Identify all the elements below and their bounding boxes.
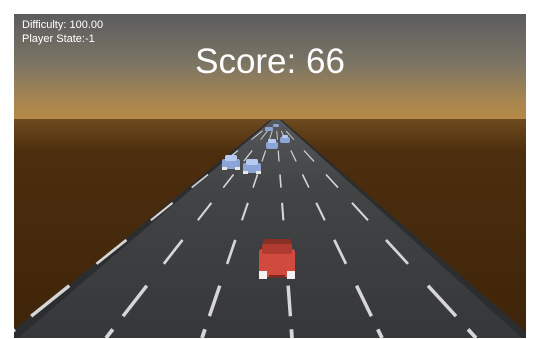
game-viewport[interactable]: Difficulty: 100.00 Player State:-1 Score… xyxy=(14,14,526,338)
lane-dash xyxy=(286,285,293,317)
traffic-car xyxy=(273,124,279,127)
difficulty-label: Difficulty: 100.00 xyxy=(22,19,104,31)
lane-dash xyxy=(281,202,285,221)
player-car[interactable] xyxy=(259,239,295,279)
lane-dash xyxy=(289,329,294,338)
score-display: Score: 66 xyxy=(195,42,345,81)
lane-dash xyxy=(277,150,280,162)
lane-dash xyxy=(279,174,282,188)
traffic-car xyxy=(265,127,273,131)
